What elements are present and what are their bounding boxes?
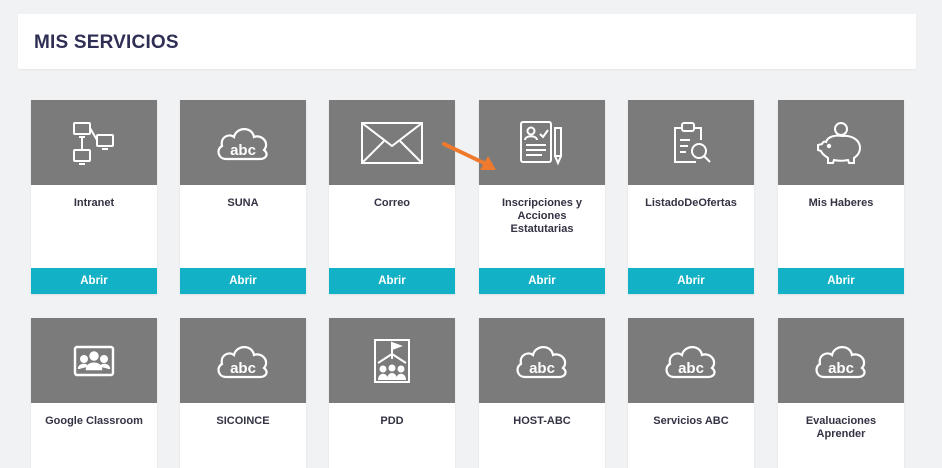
open-correo-button[interactable]: Abrir [329,268,455,294]
open-inscripciones-button[interactable]: Abrir [479,268,605,294]
open-intranet-button[interactable]: Abrir [31,268,157,294]
svg-text:abc: abc [828,360,854,377]
abc-cloud-icon: abc [665,345,716,378]
svg-text:abc: abc [230,142,256,159]
service-card-intranet[interactable]: Intranet Abrir [31,100,157,294]
service-card-label: Evaluaciones Aprender [805,415,877,440]
services-grid: Intranet Abrir abc SUNA Abrir Correo Abr… [0,0,942,468]
service-card-inscripciones[interactable]: Inscripciones y Acciones Estatutarias Ab… [479,100,605,294]
service-card-suna[interactable]: abc SUNA Abrir [180,100,306,294]
envelope-icon [361,121,423,164]
network-computers-icon [73,121,114,165]
service-card-google-classroom[interactable]: Google Classroom [31,318,157,468]
abc-cloud-icon: abc [516,345,567,378]
service-card-servicios-abc[interactable]: abc Servicios ABC [628,318,754,468]
document-pen-icon [520,120,562,166]
svg-text:abc: abc [230,360,256,377]
school-building-icon [374,338,410,383]
service-card-label: Intranet [73,197,115,209]
service-card-label: ListadoDeOfertas [645,197,737,209]
clipboard-search-icon [674,121,711,163]
open-mis-haberes-button[interactable]: Abrir [778,268,904,294]
service-card-correo[interactable]: Correo Abrir [329,100,455,294]
service-card-listado-ofertas[interactable]: ListadoDeOfertas Abrir [628,100,754,294]
arrow-icon [442,142,496,170]
service-card-pdd[interactable]: PDD [329,318,455,468]
svg-text:abc: abc [529,360,555,377]
service-card-label: Inscripciones y Acciones Estatutarias [501,197,583,235]
piggy-bank-icon [817,121,862,164]
service-card-label: Servicios ABC [653,415,729,427]
service-card-label: SUNA [227,197,259,209]
open-listado-ofertas-button[interactable]: Abrir [628,268,754,294]
service-card-label: SICOINCE [216,415,270,427]
abc-cloud-icon: abc [815,345,866,378]
service-card-label: PDD [380,415,404,427]
service-card-mis-haberes[interactable]: Mis Haberes Abrir [778,100,904,294]
service-card-evaluaciones-aprender[interactable]: abc Evaluaciones Aprender [778,318,904,468]
classroom-board-icon [73,345,115,376]
abc-cloud-icon: abc [217,127,268,160]
service-card-host-abc[interactable]: abc HOST-ABC [479,318,605,468]
open-suna-button[interactable]: Abrir [180,268,306,294]
service-card-label: HOST-ABC [513,415,571,427]
service-card-label: Correo [373,197,411,209]
service-card-label: Mis Haberes [808,197,874,209]
svg-text:abc: abc [678,360,704,377]
service-card-sicoince[interactable]: abc SICOINCE [180,318,306,468]
abc-cloud-icon: abc [217,345,268,378]
service-card-label: Google Classroom [45,415,143,427]
